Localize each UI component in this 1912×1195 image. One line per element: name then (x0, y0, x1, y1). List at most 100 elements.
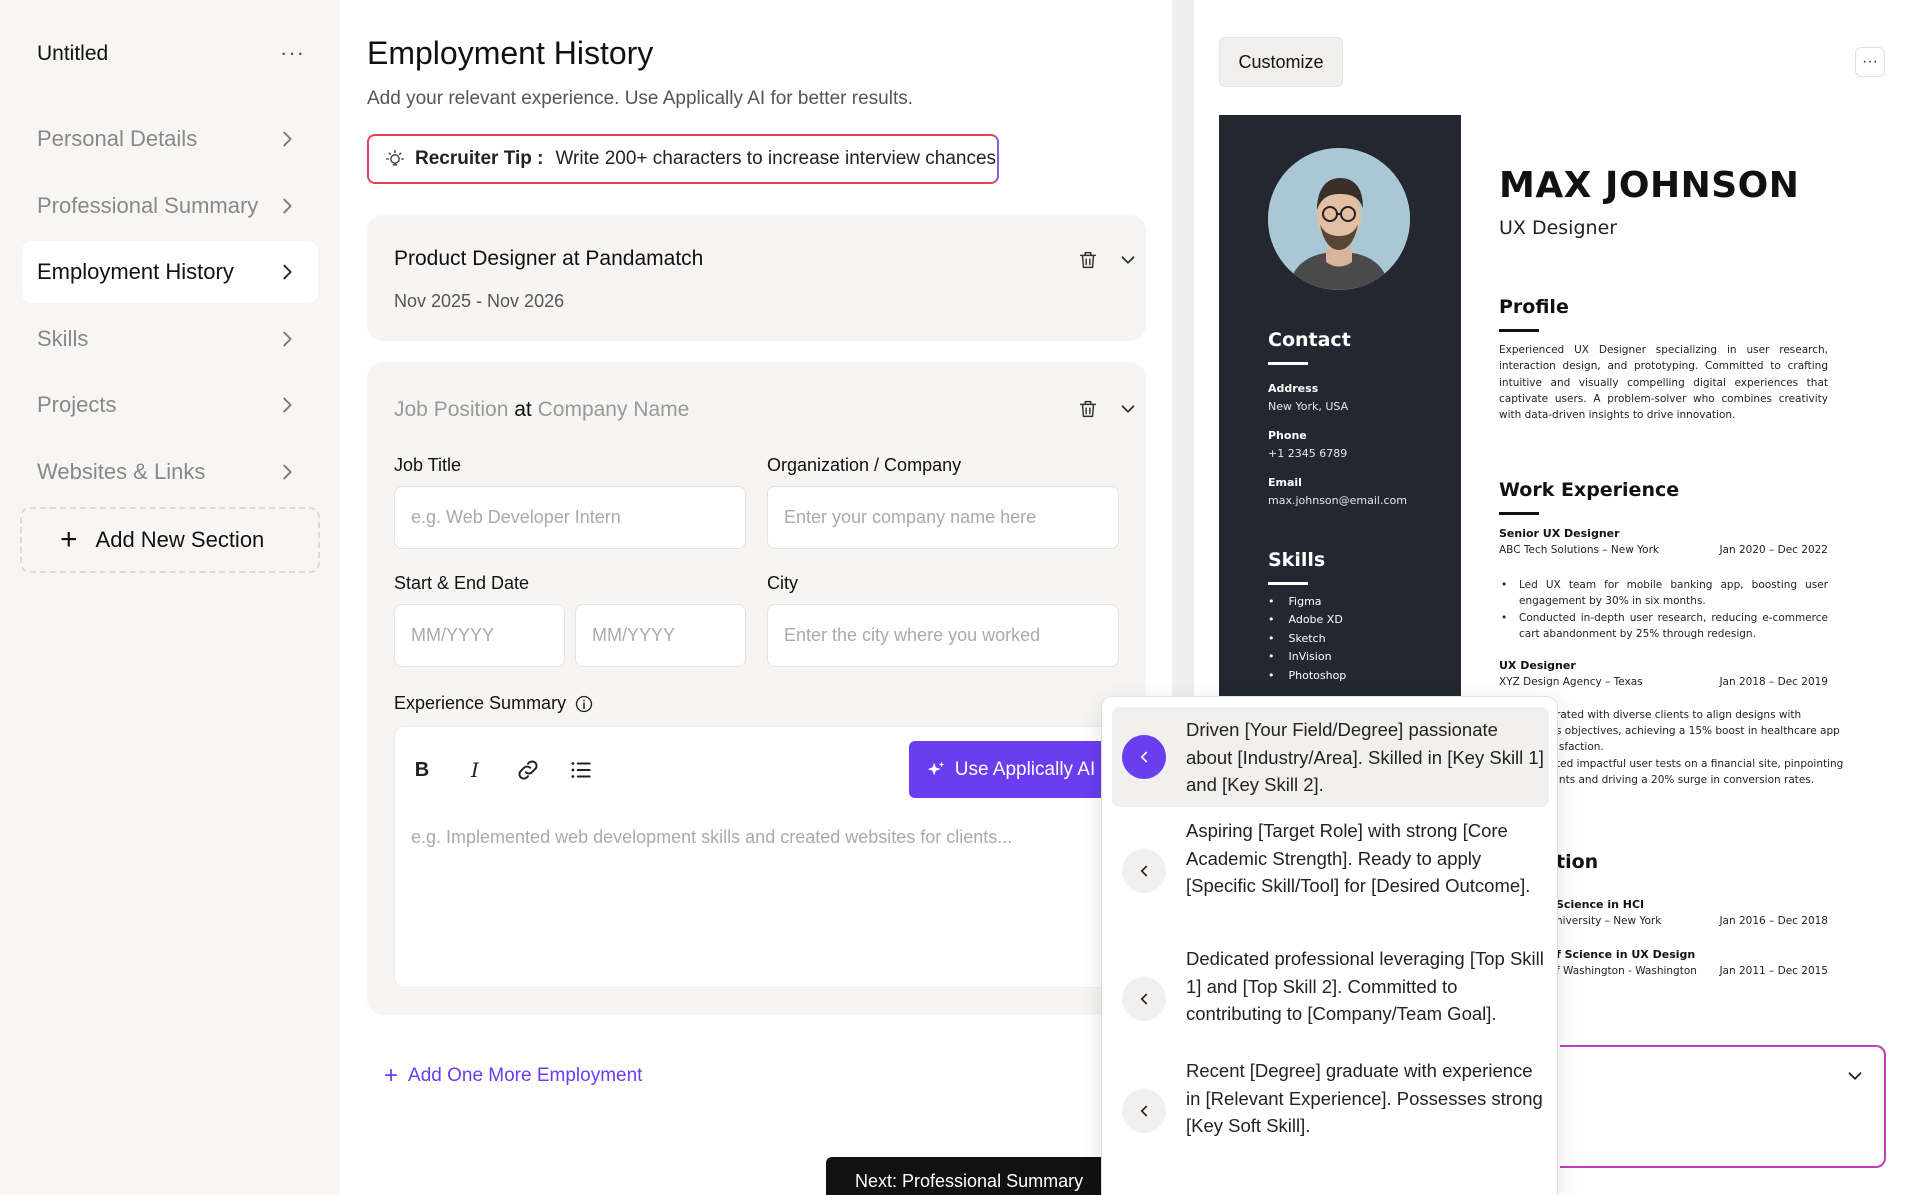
summary-placeholder: e.g. Implemented web development skills … (411, 827, 1013, 847)
education-heading: tion (1556, 851, 1599, 873)
phone-label: Phone (1268, 429, 1307, 442)
sidebar-item-projects[interactable]: Projects (22, 374, 318, 436)
entry-title: Job Position at Company Name (394, 398, 689, 422)
summary-label-text: Experience Summary (394, 693, 567, 713)
experience-summary-label: Experience Summary (394, 693, 594, 714)
entry-dates: Nov 2025 - Nov 2026 (394, 291, 565, 311)
trash-icon[interactable] (1077, 249, 1099, 271)
job-dates: Jan 2018 – Dec 2019 (1719, 676, 1828, 688)
sidebar-item-employment-history[interactable]: Employment History (22, 241, 318, 303)
suggestion-text: Dedicated professional leveraging [Top S… (1186, 948, 1544, 1024)
sidebar-item-personal-details[interactable]: Personal Details (22, 108, 318, 170)
italic-icon[interactable]: I (462, 757, 488, 783)
customize-button[interactable]: Customize (1219, 37, 1343, 87)
page-subtitle: Add your relevant experience. Use Applic… (367, 88, 913, 109)
link-icon[interactable] (515, 757, 541, 783)
chevron-down-icon[interactable] (1117, 398, 1139, 420)
tip-label: Recruiter Tip : (415, 148, 544, 169)
insert-arrow-icon[interactable] (1122, 1089, 1166, 1133)
trash-icon[interactable] (1077, 398, 1099, 420)
job-bullet-line: ints and driving a 20% surge in conversi… (1556, 774, 1815, 786)
organization-input[interactable]: Enter your company name here (767, 486, 1119, 549)
ai-suggestion-item[interactable]: Aspiring [Target Role] with strong [Core… (1112, 817, 1549, 927)
organization-label: Organization / Company (767, 455, 962, 475)
info-icon[interactable] (574, 694, 594, 714)
edu-dates: Jan 2016 – Dec 2018 (1719, 915, 1828, 927)
chevron-down-icon (1848, 1072, 1862, 1080)
page-title: Employment History (367, 35, 654, 71)
recruiter-tip-banner: Recruiter Tip : Write 200+ characters to… (367, 134, 999, 184)
tip-text: Write 200+ characters to increase interv… (555, 148, 997, 169)
next-button[interactable]: Next: Professional Summary (826, 1157, 1106, 1195)
skill-item: Adobe XD (1268, 613, 1346, 631)
insert-arrow-icon[interactable] (1122, 977, 1166, 1021)
ai-suggestion-item[interactable]: Dedicated professional leveraging [Top S… (1112, 945, 1549, 1035)
job-title: UX Designer (1499, 659, 1576, 672)
skill-item: InVision (1268, 650, 1346, 668)
heading-rule (1499, 512, 1539, 515)
plus-icon: + (60, 523, 78, 556)
sidebar: Untitled ··· Personal Details Profession… (0, 0, 340, 1195)
add-section-label: Add New Section (95, 527, 265, 552)
city-input[interactable]: Enter the city where you worked (767, 604, 1119, 667)
add-employment-button[interactable]: + Add One More Employment (384, 1062, 642, 1090)
preview-menu-button[interactable]: ··· (1855, 47, 1885, 77)
suggestion-text: Aspiring [Target Role] with strong [Core… (1186, 820, 1531, 896)
bold-icon[interactable]: B (409, 757, 435, 783)
edu-school: f Washington - Washington (1556, 965, 1697, 977)
sidebar-item-label: Personal Details (37, 126, 198, 151)
resume-name: MAX JOHNSON (1499, 165, 1800, 206)
job-bullet-line: rated with diverse clients to align desi… (1556, 709, 1802, 721)
email-value: max.johnson@email.com (1268, 494, 1407, 507)
plus-icon: + (384, 1062, 399, 1089)
chevron-right-icon (283, 331, 292, 347)
chevron-right-icon (283, 464, 292, 480)
end-date-input[interactable]: MM/YYYY (575, 604, 746, 667)
insert-arrow-icon[interactable] (1122, 735, 1166, 779)
sidebar-item-label: Websites & Links (37, 459, 206, 484)
dates-label: Start & End Date (394, 573, 530, 593)
document-menu-button[interactable]: ··· (280, 40, 305, 66)
suggestion-text: Recent [Degree] graduate with experience… (1186, 1060, 1543, 1136)
sidebar-item-skills[interactable]: Skills (22, 308, 318, 370)
suggestion-text: Driven [Your Field/Degree] passionate ab… (1186, 719, 1544, 795)
add-new-section-button[interactable]: + Add New Section (20, 507, 320, 573)
sidebar-item-label: Projects (37, 392, 117, 417)
address-value: New York, USA (1268, 400, 1349, 413)
edu-degree: Science in HCI (1556, 898, 1645, 911)
document-title[interactable]: Untitled (37, 42, 108, 66)
email-label: Email (1268, 476, 1302, 489)
lightbulb-icon (386, 150, 404, 166)
ai-suggestion-item[interactable]: Recent [Degree] graduate with experience… (1112, 1057, 1549, 1147)
bullet-list-icon[interactable] (568, 757, 594, 783)
sidebar-item-websites-links[interactable]: Websites & Links (22, 441, 318, 503)
job-title: Senior UX Designer (1499, 527, 1620, 540)
avatar (1268, 148, 1410, 290)
new-employment-card: Job Position at Company Name Job Title e… (367, 362, 1146, 1015)
edu-school: niversity – New York (1556, 915, 1662, 927)
chevron-right-icon (283, 198, 292, 214)
job-title-input[interactable]: e.g. Web Developer Intern (394, 486, 746, 549)
heading-rule (1268, 362, 1308, 365)
start-date-input[interactable]: MM/YYYY (394, 604, 565, 667)
experience-summary-editor[interactable]: B I Use Applically AI e.g. Implemented w… (394, 726, 1134, 988)
heading-rule (1499, 329, 1539, 332)
sidebar-item-label: Skills (37, 326, 89, 351)
employment-entry-card[interactable]: Product Designer at Pandamatch Nov 2025 … (367, 215, 1146, 341)
skills-heading: Skills (1268, 549, 1326, 571)
ai-suggestion-item[interactable]: Driven [Your Field/Degree] passionate ab… (1112, 707, 1549, 807)
edu-dates: Jan 2011 – Dec 2015 (1719, 965, 1828, 977)
skill-item: Figma (1268, 595, 1346, 613)
chevron-right-icon (283, 397, 292, 413)
template-select[interactable] (1560, 1045, 1886, 1168)
skill-item: Photoshop (1268, 669, 1347, 687)
use-applically-ai-button[interactable]: Use Applically AI (909, 741, 1111, 798)
work-experience-heading: Work Experience (1499, 479, 1680, 501)
sidebar-item-professional-summary[interactable]: Professional Summary (22, 175, 318, 237)
skills-list: Figma Adobe XD Sketch InVision Photoshop (1268, 595, 1347, 687)
chevron-down-icon[interactable] (1117, 249, 1139, 271)
resume-role: UX Designer (1499, 217, 1618, 239)
phone-value: +1 2345 6789 (1268, 447, 1348, 460)
job-dates: Jan 2020 – Dec 2022 (1719, 544, 1828, 556)
insert-arrow-icon[interactable] (1122, 849, 1166, 893)
